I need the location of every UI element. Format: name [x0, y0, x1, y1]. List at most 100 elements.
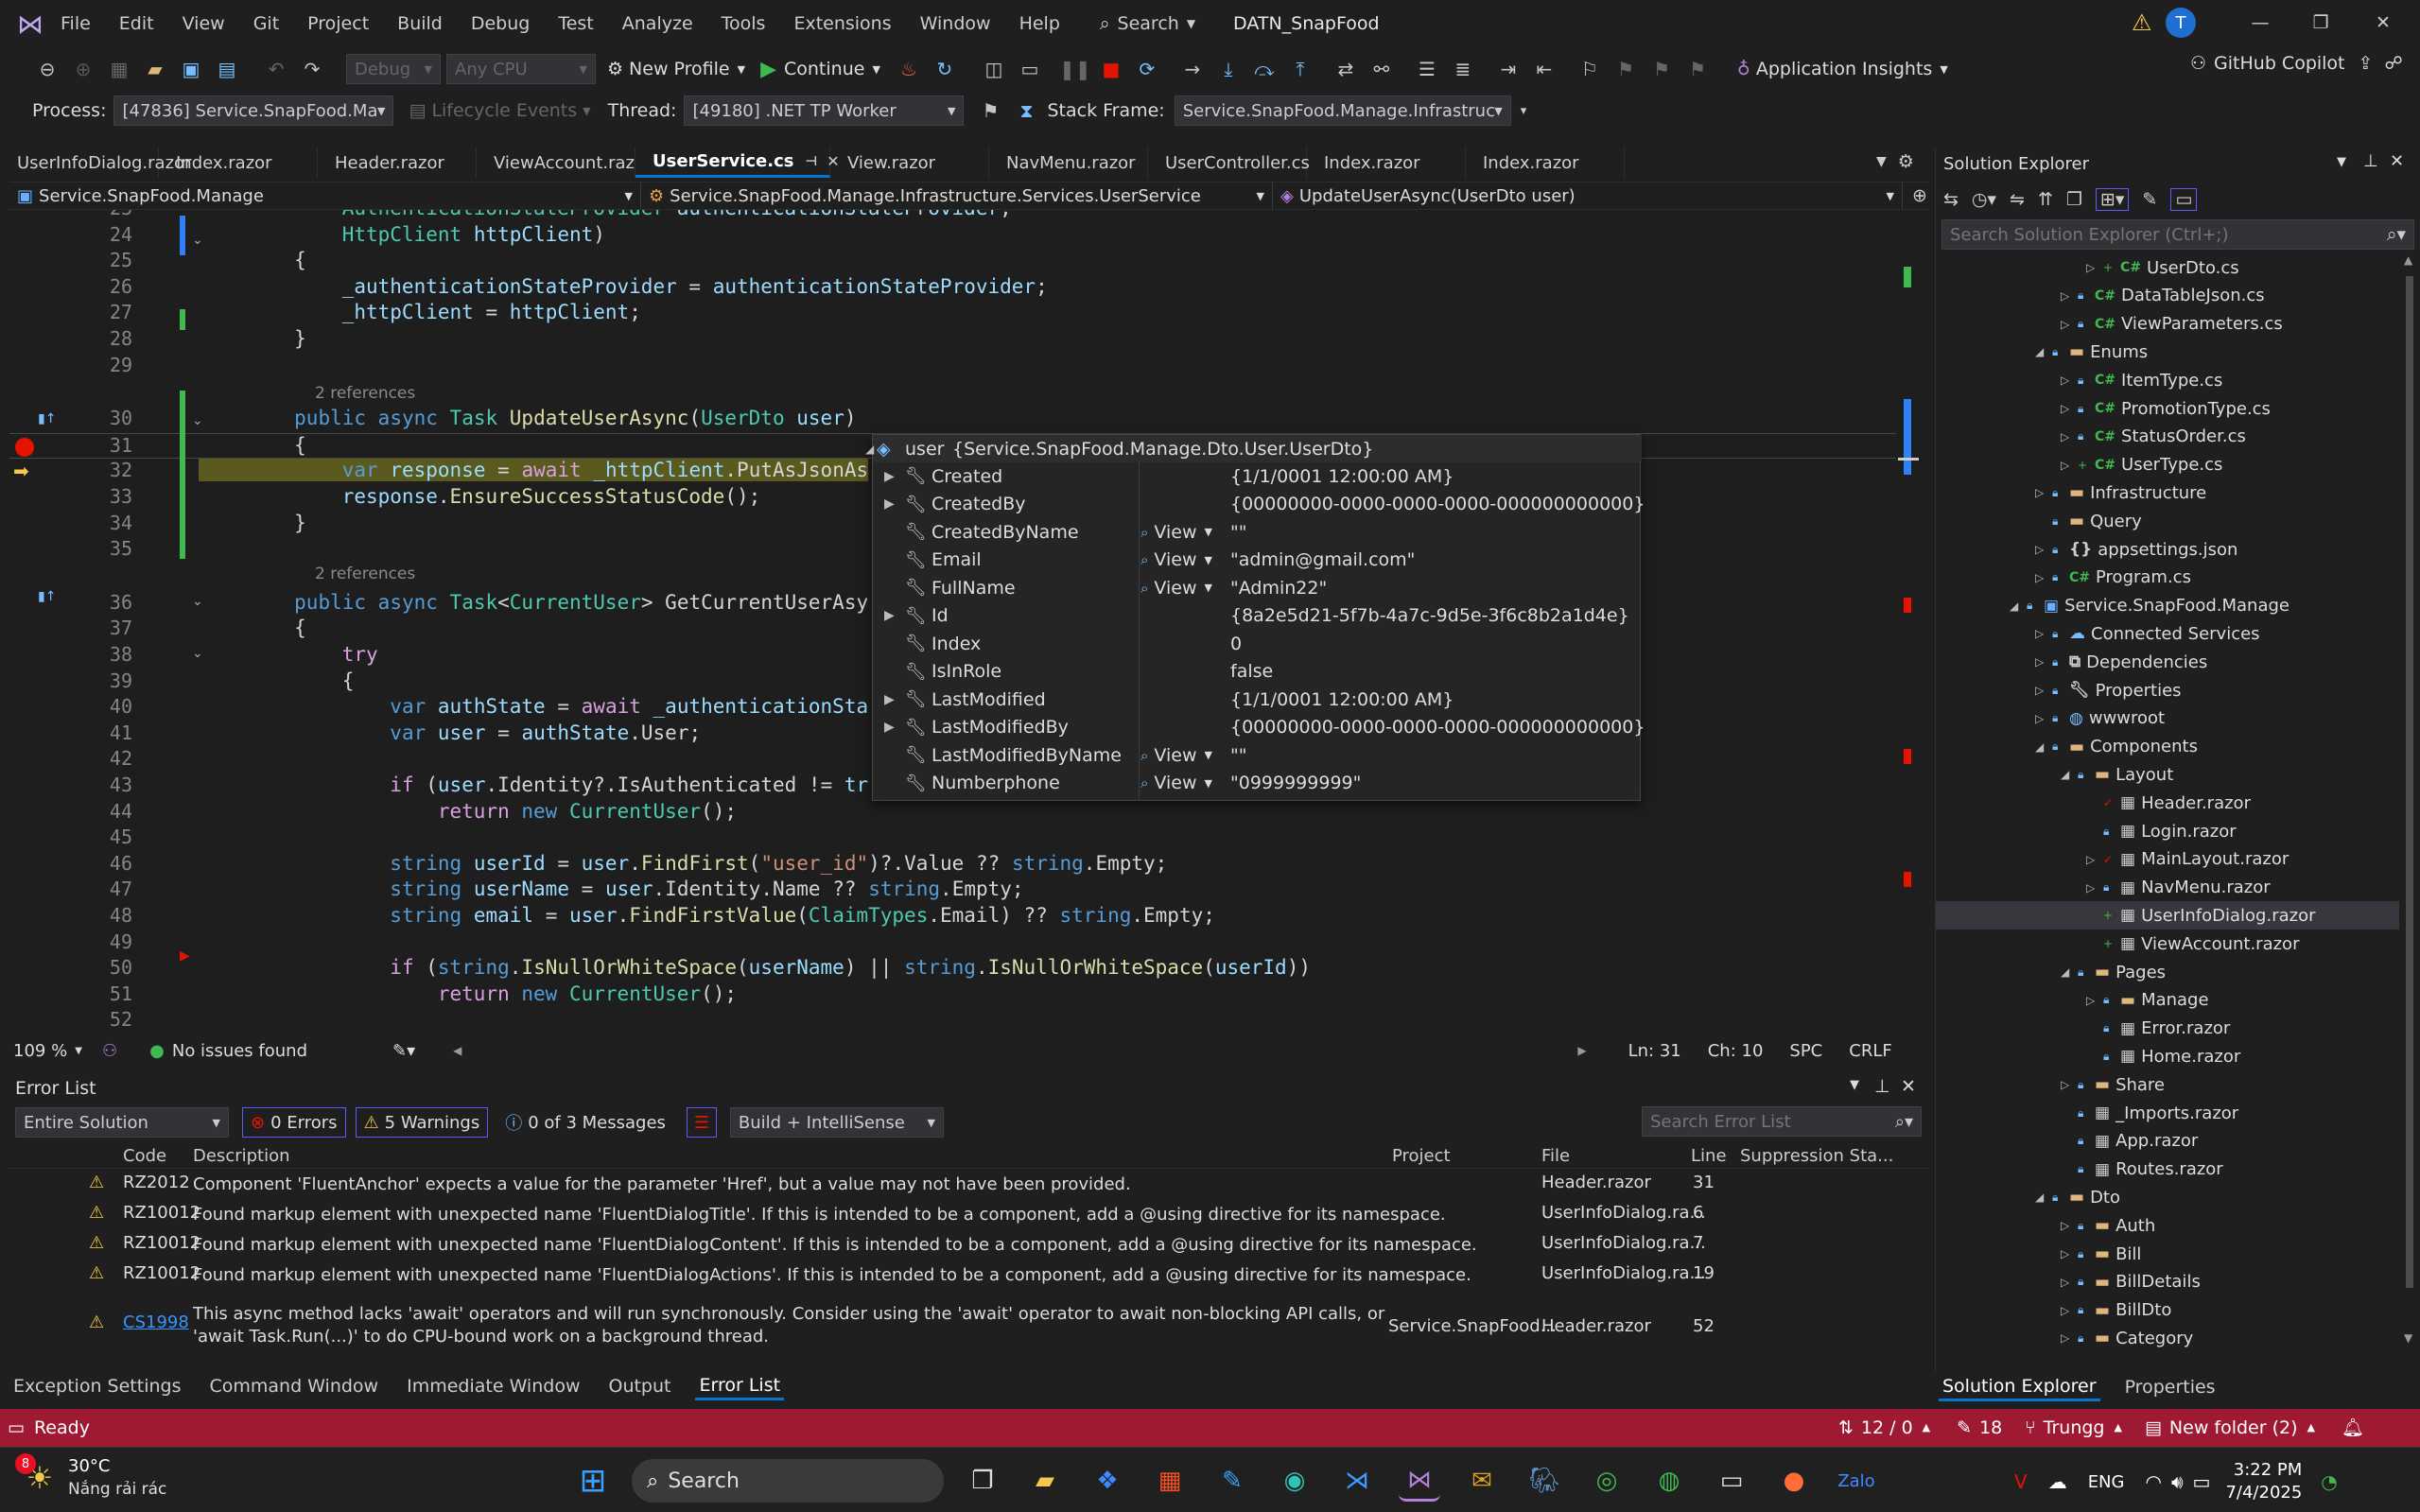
copilot-status-icon[interactable]: ⚇	[102, 1041, 117, 1061]
datatip-row[interactable]: ▶ 🔧︎ LastModified {1/1/0001 12:00:00 AM}	[873, 686, 1642, 713]
solution-tree-item[interactable]: 🔒︎ ▦ Login.razor	[1936, 817, 2399, 845]
column-header-code[interactable]: Code	[123, 1146, 166, 1166]
datatip-property-value[interactable]: {1/1/0001 12:00:00 AM}	[1230, 466, 1454, 487]
new-profile-button[interactable]: ⚙ New Profile ▼	[607, 59, 745, 79]
prev-bookmark-icon[interactable]: ⚑	[1610, 54, 1641, 84]
restore-button[interactable]: ❐	[2302, 8, 2340, 38]
notification-center-icon[interactable]: ◔	[2321, 1470, 2337, 1493]
solution-tree-item[interactable]: 🔒︎ ▦ _Imports.razor	[1936, 1099, 2399, 1127]
scope-select[interactable]: Entire Solution ▼	[15, 1107, 229, 1138]
datatip-row[interactable]: ▶ 🔧︎ Created {1/1/0001 12:00:00 AM}	[873, 462, 1642, 490]
column-header-line[interactable]: Line	[1691, 1146, 1727, 1166]
window-position-icon[interactable]: ▼	[1850, 1078, 1859, 1092]
column-header-project[interactable]: Project	[1392, 1146, 1451, 1166]
collapsed-arrow-icon[interactable]: ▷	[2086, 881, 2103, 895]
tray-app-icon[interactable]: V	[2014, 1470, 2028, 1493]
collapsed-arrow-icon[interactable]: ▷	[2061, 1331, 2078, 1345]
windows-start-icon[interactable]: ⊞	[572, 1460, 614, 1502]
expanded-arrow-icon[interactable]: ◢	[2035, 1190, 2052, 1204]
collapsed-arrow-icon[interactable]: ▷	[2035, 627, 2052, 640]
chrome-profile-icon[interactable]: ◍	[1648, 1460, 1690, 1502]
column-header-description[interactable]: Description	[193, 1146, 290, 1166]
platform-select[interactable]: Any CPU ▼	[446, 54, 596, 84]
scroll-left-icon[interactable]: ◀	[453, 1044, 461, 1057]
collapsed-arrow-icon[interactable]: ▷	[2061, 1276, 2078, 1289]
application-insights-button[interactable]: ♁ Application Insights ▼	[1737, 59, 1948, 79]
solution-tree-item[interactable]: ▷ 🔒︎ C# ItemType.cs	[1936, 366, 2399, 394]
collapsed-arrow-icon[interactable]: ▷	[2086, 853, 2103, 866]
redo-icon[interactable]: ↷	[297, 54, 327, 84]
close-button[interactable]: ✕	[2364, 8, 2402, 38]
text-visualizer-button[interactable]: ⌕ View ▼	[1140, 745, 1212, 766]
forward-icon[interactable]: ⊕	[68, 54, 98, 84]
document-tab[interactable]: View.razor	[830, 148, 989, 178]
show-next-statement-icon[interactable]: →	[1177, 54, 1208, 84]
solution-tree-item[interactable]: ▷ ✓ ▦ MainLayout.razor	[1936, 845, 2399, 874]
tool-tab[interactable]: Immediate Window	[403, 1374, 583, 1399]
thread-select[interactable]: [49180] .NET TP Worker ▼	[684, 96, 965, 126]
expand-arrow-icon[interactable]: ▶	[884, 720, 895, 735]
collapsed-arrow-icon[interactable]: ▷	[2086, 261, 2103, 274]
datatip-property-value[interactable]: {00000000-0000-0000-0000-000000000000}	[1230, 494, 1645, 514]
error-code[interactable]: CS1998	[123, 1312, 189, 1332]
solution-tree-item[interactable]: ▷ 🔒︎ ▬ BillDetails	[1936, 1268, 2399, 1296]
collapsed-arrow-icon[interactable]: ▷	[2061, 318, 2078, 331]
pen-app-icon[interactable]: ✎	[1211, 1460, 1253, 1502]
refresh-icon[interactable]: ↻	[930, 54, 960, 84]
collapse-icon[interactable]: ⌄	[192, 413, 203, 428]
global-search[interactable]: ⌕ Search ▼	[1100, 13, 1195, 34]
postgresql-icon[interactable]: 🐘︎	[1523, 1460, 1565, 1502]
split-editor-icon[interactable]: ⊕	[1912, 185, 1927, 206]
share-icon[interactable]: ⇪	[2359, 53, 2374, 74]
datatip-property-value[interactable]: ""	[1230, 522, 1246, 543]
toolbar-overflow-icon[interactable]: ▾	[1521, 104, 1527, 118]
tool-tab[interactable]: Output	[604, 1374, 674, 1399]
collapsed-arrow-icon[interactable]: ▷	[2061, 1247, 2078, 1260]
warnings-filter-button[interactable]: ⚠ 5 Warnings	[355, 1107, 489, 1138]
collapsed-arrow-icon[interactable]: ▷	[2061, 1078, 2078, 1091]
document-tab[interactable]: ViewAccount.razor	[477, 148, 652, 178]
bookmark-icon[interactable]: ⚐	[1575, 54, 1605, 84]
menu-item[interactable]: Analyze	[622, 13, 693, 34]
datatip-property-value[interactable]: {1/1/0001 12:00:00 AM}	[1230, 689, 1454, 710]
solution-tree-item[interactable]: ▷ 🔒︎ ▬ Category	[1936, 1324, 2399, 1350]
solution-tree-item[interactable]: 🔒︎ ▦ Home.razor	[1936, 1042, 2399, 1070]
datatip-property-value[interactable]: 0	[1230, 634, 1242, 654]
solution-tree-item[interactable]: ▷ 🔒︎ C# DataTableJson.cs	[1936, 282, 2399, 310]
expanded-arrow-icon[interactable]: ◢	[2010, 600, 2027, 613]
show-all-files-icon[interactable]: ❐	[2066, 189, 2082, 210]
solution-tree-item[interactable]: ▷ 🔒︎ ▬ Auth	[1936, 1211, 2399, 1240]
tab-solution-explorer[interactable]: Solution Explorer	[1939, 1374, 2100, 1401]
solution-tree-item[interactable]: ▷ 🔒︎ ▬ Infrastructure	[1936, 478, 2399, 507]
github-copilot-button[interactable]: ⚇ GitHub Copilot ⇪ ☍	[2190, 53, 2403, 74]
uncomment-icon[interactable]: ≣	[1448, 54, 1478, 84]
collapsed-arrow-icon[interactable]: ▷	[2086, 994, 2103, 1007]
filter-threads-icon[interactable]: ⧗	[1011, 96, 1041, 126]
solution-tree-item[interactable]: + ▦ ViewAccount.razor	[1936, 930, 2399, 958]
solution-tree-item[interactable]: ▷ 🔒︎ ☁ Connected Services	[1936, 619, 2399, 648]
datatip-property-value[interactable]: false	[1230, 661, 1273, 682]
pending-changes-icon[interactable]: ⇋	[2010, 189, 2025, 210]
edge-icon[interactable]: ◉	[1274, 1460, 1315, 1502]
menu-item[interactable]: File	[61, 13, 91, 34]
back-icon[interactable]: ⊖	[32, 54, 62, 84]
undo-icon[interactable]: ↶	[261, 54, 291, 84]
scroll-right-icon[interactable]: ▶	[1577, 1044, 1586, 1057]
expand-arrow-icon[interactable]: ▶	[884, 692, 895, 707]
close-icon[interactable]: ✕	[1901, 1076, 1916, 1097]
datatip-row[interactable]: 🔧︎ Numberphone ⌕ View ▼ "0999999999"	[873, 770, 1642, 797]
solution-tree-item[interactable]: ▷ 🔒︎ C# ViewParameters.cs	[1936, 310, 2399, 339]
hot-reload-icon[interactable]: ♨	[894, 54, 924, 84]
avatar[interactable]: T	[2166, 8, 2196, 38]
battery-icon[interactable]: ▭	[2193, 1470, 2211, 1493]
continue-button[interactable]: ▶ Continue ▼	[760, 58, 880, 81]
collapse-all-icon[interactable]: ⇈	[2038, 189, 2053, 210]
collapsed-arrow-icon[interactable]: ▷	[2035, 571, 2052, 584]
collapsed-arrow-icon[interactable]: ▷	[2061, 374, 2078, 387]
menu-item[interactable]: Build	[397, 13, 443, 34]
solution-search-input[interactable]	[1950, 224, 2347, 245]
text-visualizer-button[interactable]: ⌕ View ▼	[1140, 522, 1212, 543]
dropbox-icon[interactable]: ❖	[1087, 1460, 1128, 1502]
expanded-arrow-icon[interactable]: ◢	[2061, 768, 2078, 781]
solution-tree-item[interactable]: ▷ 🔒︎ ▦ NavMenu.razor	[1936, 874, 2399, 902]
